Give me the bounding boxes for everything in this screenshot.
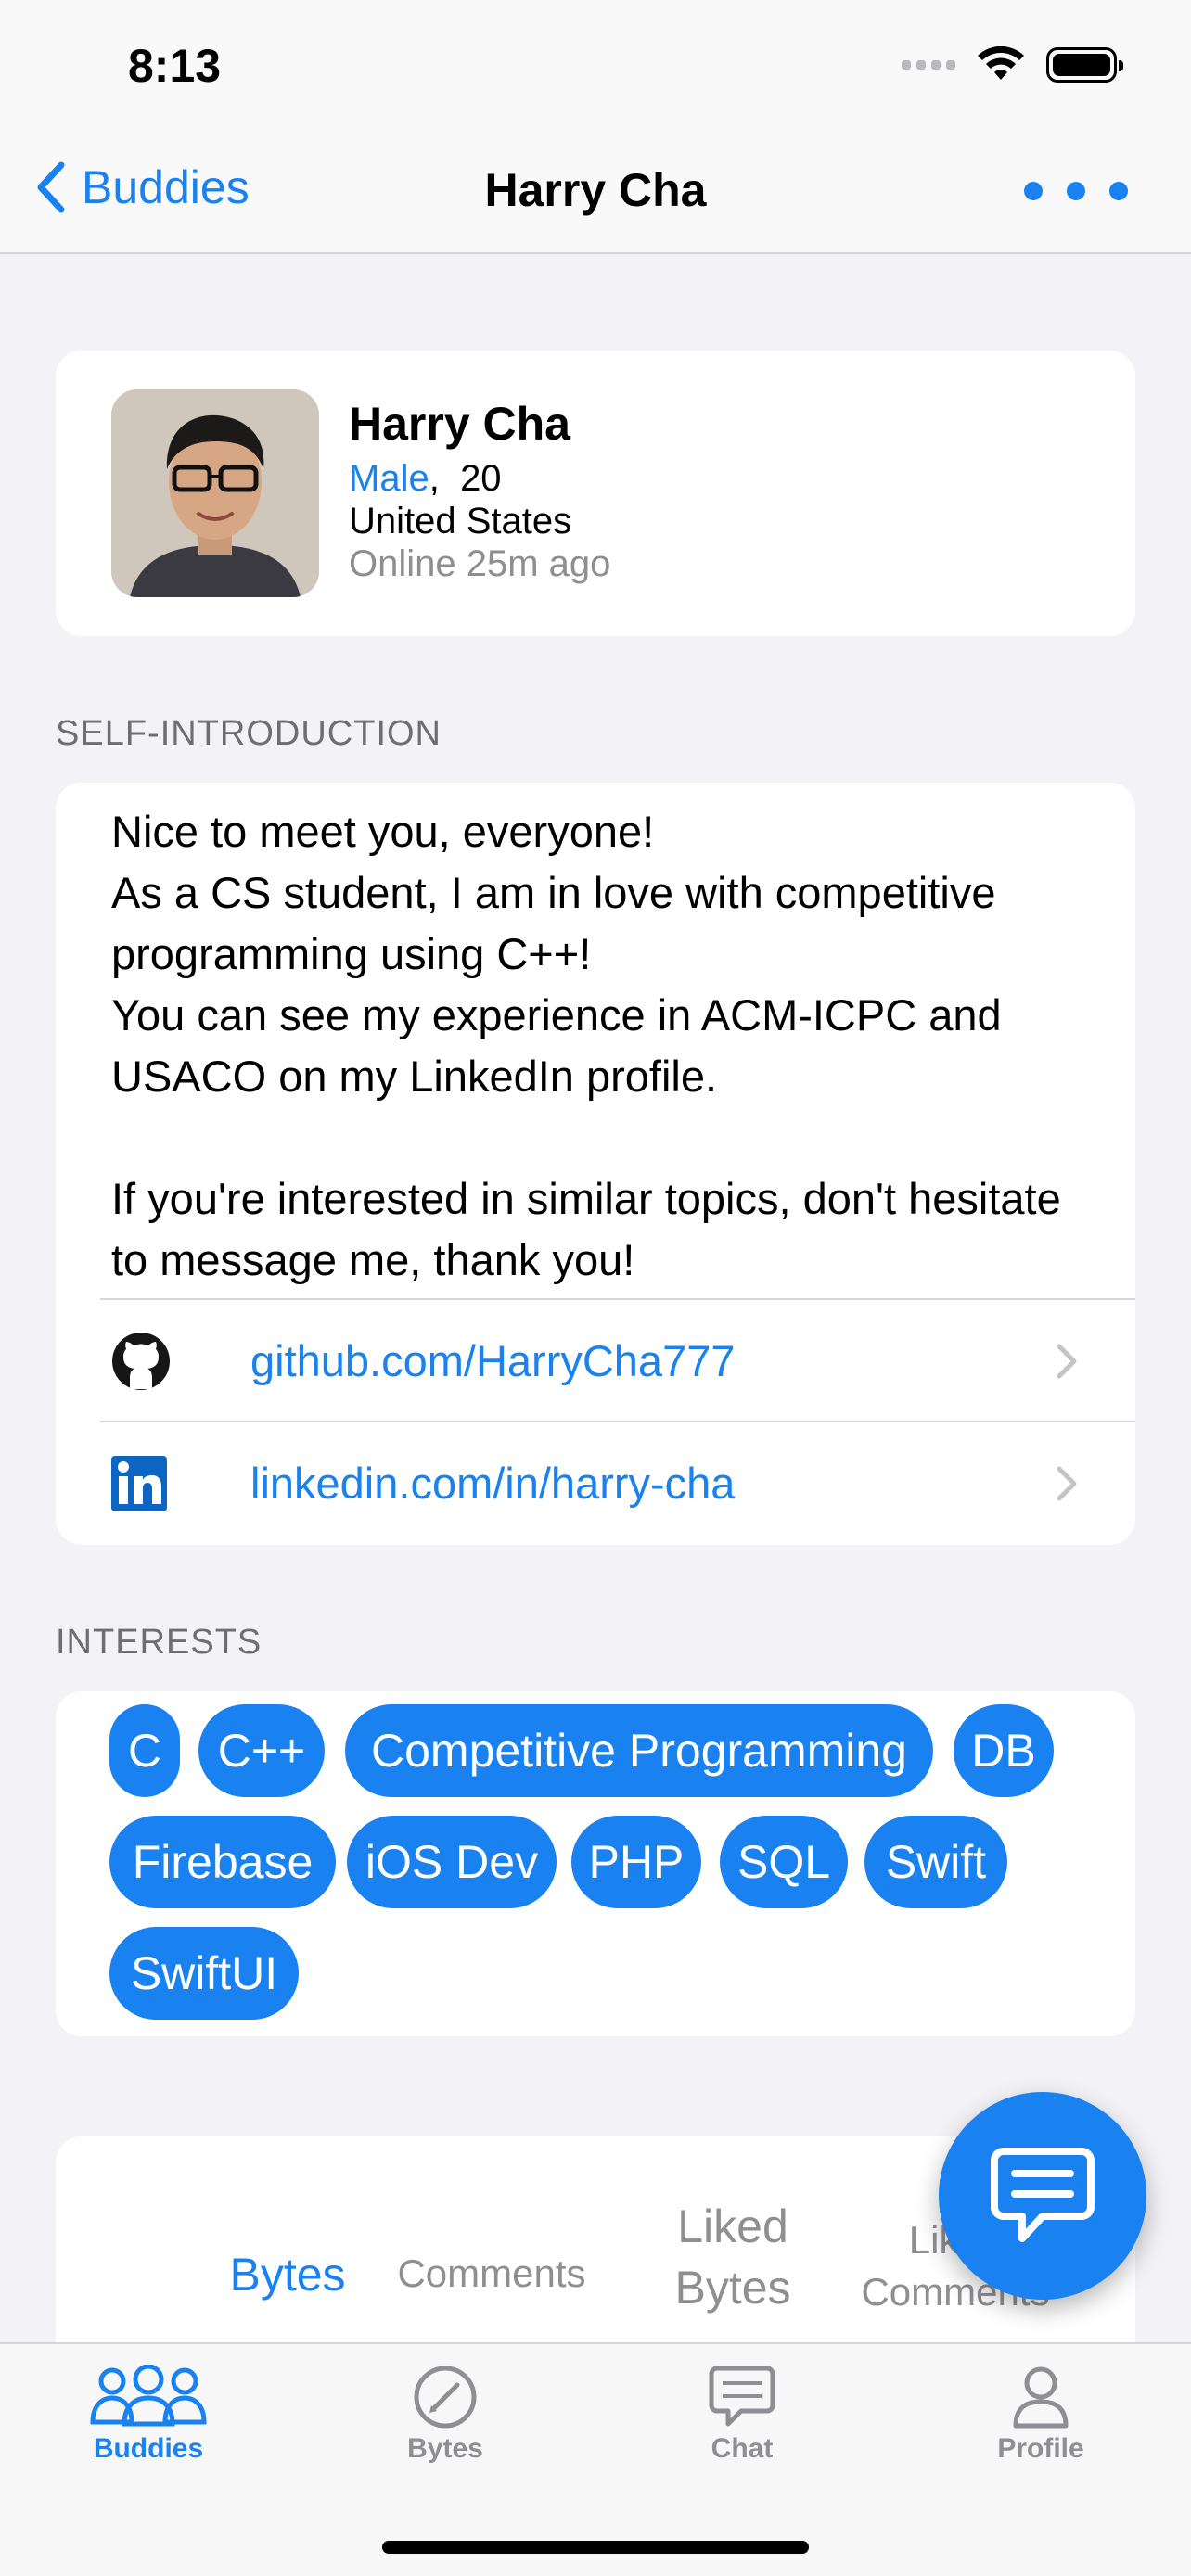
more-dot-icon xyxy=(1024,182,1043,200)
chevron-right-icon xyxy=(1057,1466,1077,1501)
avatar[interactable] xyxy=(111,389,319,597)
home-indicator xyxy=(382,2541,809,2554)
tabbar-label-bytes: Bytes xyxy=(407,2433,483,2464)
interest-chip[interactable]: Firebase xyxy=(109,1816,336,1908)
tabbar-label-profile: Profile xyxy=(997,2433,1084,2464)
top-bar: 8:13 Buddies Harry Cha xyxy=(0,0,1191,254)
more-dot-icon xyxy=(1067,182,1085,200)
separator: , xyxy=(429,458,440,499)
profile-name: Harry Cha xyxy=(349,398,570,450)
tabbar-label-chat: Chat xyxy=(711,2433,774,2464)
interest-chip[interactable]: Swift xyxy=(864,1816,1007,1908)
back-button-label: Buddies xyxy=(82,161,250,213)
tabbar-label-buddies: Buddies xyxy=(93,2433,204,2464)
github-icon xyxy=(112,1333,170,1390)
tabbar-item-profile[interactable]: Profile xyxy=(939,2365,1143,2465)
section-header-interests: INTERESTS xyxy=(56,1623,263,1662)
more-options-button[interactable] xyxy=(1024,182,1128,200)
interest-chip[interactable]: C++ xyxy=(198,1704,325,1797)
buddy-profile-screen: 8:13 Buddies Harry Cha Harry Cha Male, 2… xyxy=(0,0,1191,2576)
country: United States xyxy=(349,501,572,542)
back-button[interactable]: Buddies xyxy=(33,159,250,215)
linkedin-icon xyxy=(111,1456,167,1511)
status-time: 8:13 xyxy=(128,40,222,92)
linkedin-link-row[interactable]: linkedin.com/in/harry-cha xyxy=(100,1421,1135,1543)
self-introduction-card: Nice to meet you, everyone! As a CS stud… xyxy=(56,783,1135,1545)
chevron-left-icon xyxy=(37,161,65,213)
tab-comments[interactable]: Comments xyxy=(362,2251,621,2296)
wifi-icon xyxy=(978,46,1024,80)
person-icon xyxy=(1013,2366,1069,2429)
message-button[interactable] xyxy=(939,2092,1146,2300)
gender-age-line: Male, 20 xyxy=(349,458,502,500)
section-header-self-introduction: SELF-INTRODUCTION xyxy=(56,714,442,753)
interests-card: C C++ Competitive Programming DB Firebas… xyxy=(56,1691,1135,2036)
pencil-circle-icon xyxy=(414,2366,477,2429)
chat-icon xyxy=(709,2366,775,2427)
avatar-photo xyxy=(111,389,319,597)
chevron-right-icon xyxy=(1057,1344,1077,1379)
tabbar-item-buddies[interactable]: Buddies xyxy=(46,2365,250,2465)
signal-icon xyxy=(902,60,955,70)
tabbar-item-chat[interactable]: Chat xyxy=(640,2365,844,2465)
age: 20 xyxy=(460,458,502,499)
github-link-row[interactable]: github.com/HarryCha777 xyxy=(100,1298,1135,1421)
tabbar-item-bytes[interactable]: Bytes xyxy=(343,2365,547,2465)
tab-liked-bytes[interactable]: Liked Bytes xyxy=(612,2196,853,2318)
profile-card: Harry Cha Male, 20 United States Online … xyxy=(56,351,1135,636)
status-icons xyxy=(902,46,1123,83)
interest-chip[interactable]: Competitive Programming xyxy=(345,1704,933,1797)
people-icon xyxy=(90,2365,207,2427)
gender-link[interactable]: Male xyxy=(349,458,429,499)
linkedin-link-text: linkedin.com/in/harry-cha xyxy=(250,1459,736,1508)
self-introduction-text: Nice to meet you, everyone! As a CS stud… xyxy=(111,807,1061,1284)
interest-chip[interactable]: C xyxy=(109,1704,180,1797)
interest-chip[interactable]: iOS Dev xyxy=(347,1816,557,1908)
more-dot-icon xyxy=(1109,182,1128,200)
interest-chip[interactable]: SQL xyxy=(720,1816,848,1908)
interest-chip[interactable]: PHP xyxy=(571,1816,701,1908)
chat-bubble-icon xyxy=(991,2148,1095,2242)
github-link-text: github.com/HarryCha777 xyxy=(250,1336,736,1385)
interest-chip[interactable]: SwiftUI xyxy=(109,1927,299,2020)
interest-chip[interactable]: DB xyxy=(954,1704,1054,1797)
online-status: Online 25m ago xyxy=(349,543,611,584)
battery-icon xyxy=(1046,47,1123,83)
